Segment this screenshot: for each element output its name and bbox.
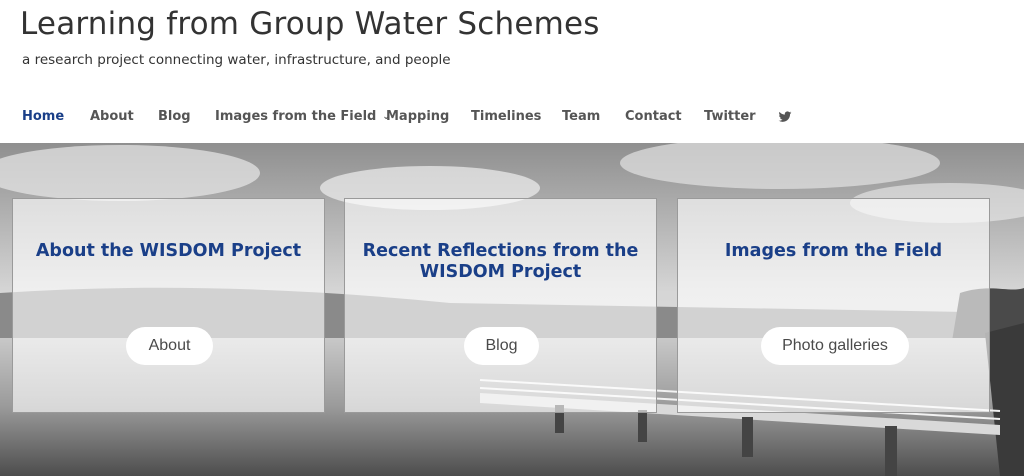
card-images-from-field: Images from the Field Photo galleries xyxy=(677,198,990,413)
card-about-project: About the WISDOM Project About xyxy=(12,198,325,413)
card-title: Recent Reflections from the WISDOM Proje… xyxy=(362,241,639,282)
nav-item-about[interactable]: About xyxy=(90,109,134,124)
twitter-icon[interactable] xyxy=(778,110,792,124)
blog-button[interactable]: Blog xyxy=(464,327,539,365)
site-title[interactable]: Learning from Group Water Schemes xyxy=(20,6,600,42)
nav-item-images-from-the-field[interactable]: Images from the Field ⌄ xyxy=(215,109,390,124)
card-recent-reflections: Recent Reflections from the WISDOM Proje… xyxy=(344,198,657,413)
nav-item-mapping[interactable]: Mapping xyxy=(386,109,449,124)
nav-item-twitter[interactable]: Twitter xyxy=(704,109,756,124)
about-button[interactable]: About xyxy=(126,327,213,365)
site-tagline: a research project connecting water, inf… xyxy=(22,52,451,68)
nav-item-label: Images from the Field xyxy=(215,109,377,124)
main-nav: Home About Blog Images from the Field ⌄ M… xyxy=(0,104,1024,132)
hero-section: About the WISDOM Project About Recent Re… xyxy=(0,143,1024,476)
nav-item-team[interactable]: Team xyxy=(562,109,600,124)
nav-item-contact[interactable]: Contact xyxy=(625,109,682,124)
nav-item-timelines[interactable]: Timelines xyxy=(471,109,541,124)
nav-item-home[interactable]: Home xyxy=(22,109,64,124)
photo-galleries-button[interactable]: Photo galleries xyxy=(761,327,909,365)
nav-item-blog[interactable]: Blog xyxy=(158,109,191,124)
card-title: Images from the Field xyxy=(724,241,943,261)
card-title: About the WISDOM Project xyxy=(35,241,302,261)
